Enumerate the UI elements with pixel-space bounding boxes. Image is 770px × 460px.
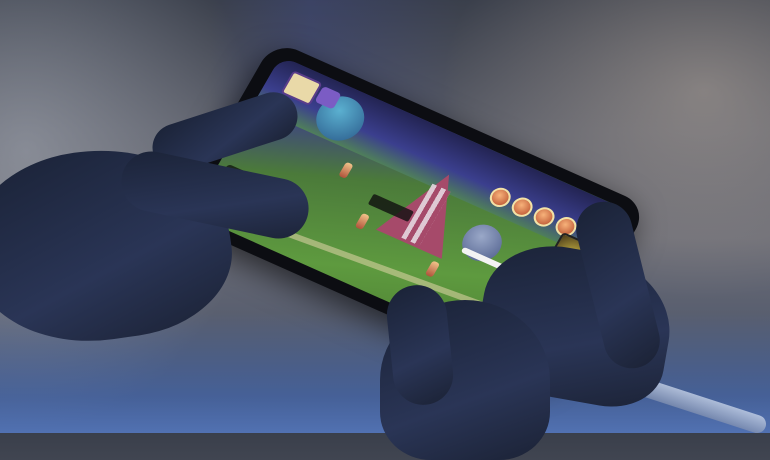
game-character xyxy=(354,212,371,230)
game-character xyxy=(424,260,441,278)
game-character xyxy=(338,161,354,179)
